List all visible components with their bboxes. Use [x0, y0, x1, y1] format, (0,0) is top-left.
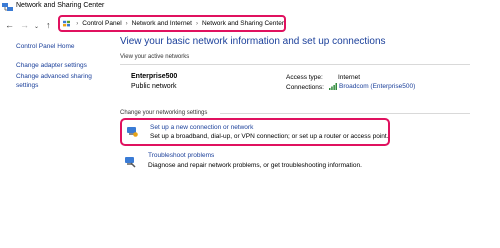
divider — [120, 64, 470, 65]
forward-button[interactable]: → — [20, 19, 29, 31]
setup-connection-description: Set up a broadband, dial-up, or VPN conn… — [150, 133, 389, 140]
wifi-signal-icon — [329, 83, 337, 90]
troubleshoot-description: Diagnose and repair network problems, or… — [148, 162, 362, 169]
breadcrumb-separator: › — [76, 20, 79, 27]
change-settings-label: Change your networking settings — [120, 110, 208, 116]
access-type-label: Access type: — [286, 74, 323, 81]
connections-label: Connections: — [286, 84, 324, 91]
troubleshoot-icon — [125, 157, 136, 168]
window-title: Network and Sharing Center — [16, 2, 105, 9]
breadcrumb-network-and-internet[interactable]: Network and Internet — [132, 20, 192, 27]
back-button[interactable]: ← — [5, 19, 14, 31]
page-title: View your basic network information and … — [120, 36, 386, 47]
up-button[interactable]: ↑ — [46, 19, 51, 31]
sidebar-item-change-advanced-sharing[interactable]: Change advanced sharing settings — [16, 72, 108, 90]
breadcrumb-control-panel[interactable]: Control Panel — [82, 20, 121, 27]
recent-locations-button[interactable]: ⌄ — [34, 21, 39, 33]
sidebar-item-change-adapter-settings[interactable]: Change adapter settings — [16, 61, 87, 70]
access-type-value: Internet — [338, 74, 361, 81]
control-panel-icon — [63, 20, 71, 26]
setup-connection-link[interactable]: Set up a new connection or network — [150, 124, 253, 131]
troubleshoot-task[interactable]: Troubleshoot problems Diagnose and repai… — [120, 151, 410, 175]
connection-link[interactable]: Broadcom (Enterprise500) — [329, 83, 415, 90]
network-sharing-icon — [2, 3, 13, 11]
network-name: Enterprise500 — [131, 73, 178, 80]
setup-connection-task[interactable]: Set up a new connection or network Set u… — [120, 118, 390, 146]
breadcrumb-separator: › — [125, 20, 128, 27]
address-bar[interactable]: › Control Panel › Network and Internet ›… — [58, 15, 286, 32]
title-bar: Network and Sharing Center — [0, 0, 500, 16]
breadcrumb-network-and-sharing-center[interactable]: Network and Sharing Center — [202, 20, 284, 27]
active-networks-label: View your active networks — [120, 54, 190, 60]
sidebar-item-control-panel-home[interactable]: Control Panel Home — [16, 42, 75, 51]
breadcrumb-separator: › — [195, 20, 198, 27]
troubleshoot-link[interactable]: Troubleshoot problems — [148, 152, 214, 159]
divider — [220, 113, 470, 114]
new-connection-icon — [127, 127, 138, 137]
connection-link-label[interactable]: Broadcom (Enterprise500) — [339, 83, 415, 90]
network-type: Public network — [131, 83, 177, 90]
